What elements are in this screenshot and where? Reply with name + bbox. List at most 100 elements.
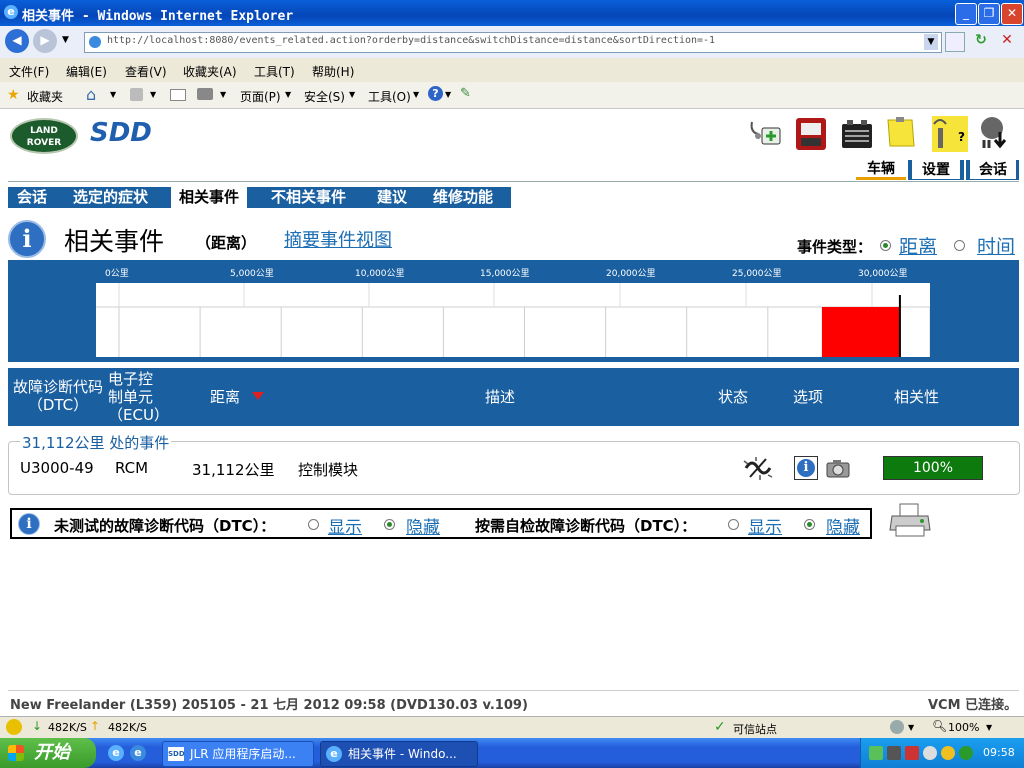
menu-edit[interactable]: 编辑(E) xyxy=(66,63,107,80)
tray-display-icon[interactable] xyxy=(887,746,901,760)
tab-unrelated-events[interactable]: 不相关事件 xyxy=(271,187,346,208)
svg-text:?: ? xyxy=(958,130,965,144)
untested-hide-link[interactable]: 隐藏 xyxy=(406,513,440,538)
back-button[interactable]: ◀ xyxy=(5,29,29,53)
tab-related-events[interactable]: 相关事件 xyxy=(171,187,248,208)
ondemand-show-link[interactable]: 显示 xyxy=(748,513,782,538)
vcm-icon[interactable] xyxy=(794,114,828,152)
page-menu-button[interactable]: 页面(P) xyxy=(240,88,281,105)
tab-session[interactable]: 会话 xyxy=(17,187,47,208)
menu-file[interactable]: 文件(F) xyxy=(9,63,49,80)
dtc-info-icon: i xyxy=(18,513,40,535)
address-dropdown-icon[interactable]: ▼ xyxy=(924,34,938,50)
feeds-icon[interactable] xyxy=(130,88,143,101)
tray-security-icon[interactable] xyxy=(905,746,919,760)
menu-help[interactable]: 帮助(H) xyxy=(312,63,354,80)
untested-hide-radio[interactable] xyxy=(384,519,395,530)
tab-selected-symptoms[interactable]: 选定的症状 xyxy=(73,187,148,208)
menu-tools[interactable]: 工具(T) xyxy=(254,63,295,80)
taskbar-jlr-app[interactable]: SDD JLR 应用程序启动... xyxy=(162,741,314,767)
print-icon[interactable] xyxy=(197,88,213,100)
row-camera-icon[interactable] xyxy=(826,458,850,481)
help-icon[interactable]: ? xyxy=(428,86,443,101)
tab-recommendations[interactable]: 建议 xyxy=(377,187,407,208)
ondemand-show-radio[interactable] xyxy=(728,519,739,530)
network-download-icon[interactable] xyxy=(976,114,1010,152)
mail-icon[interactable] xyxy=(170,89,186,101)
radio-distance[interactable] xyxy=(880,240,891,251)
tab-session-top[interactable]: 会话 xyxy=(966,160,1019,180)
forward-button[interactable]: ▶ xyxy=(33,29,57,53)
row-info-icon[interactable]: i xyxy=(794,456,818,480)
chart-svg xyxy=(96,283,931,357)
option-distance-link[interactable]: 距离 xyxy=(899,232,937,259)
close-window-button[interactable]: ✕ xyxy=(1001,3,1023,25)
radio-time[interactable] xyxy=(954,240,965,251)
printer-icon[interactable] xyxy=(888,502,932,543)
sort-desc-icon[interactable] xyxy=(252,392,264,400)
land-rover-logo: LAND ROVER xyxy=(10,118,78,154)
battery-icon[interactable] xyxy=(840,114,874,152)
menu-favorites[interactable]: 收藏夹(A) xyxy=(183,63,237,80)
row-distance: 31,112公里 xyxy=(192,461,275,479)
command-bar: ★ 收藏夹 ⌂ ▼ ▼ ▼ 页面(P) ▼ 安全(S) ▼ 工具(O) ▼ ? … xyxy=(0,82,1024,109)
safety-dropdown-icon[interactable]: ▼ xyxy=(349,90,355,99)
favorites-button[interactable]: 收藏夹 xyxy=(27,88,63,105)
taskbar-related-label: 相关事件 - Windo... xyxy=(348,747,457,761)
tab-settings-label: 设置 xyxy=(912,160,960,179)
home-dropdown-icon[interactable]: ▼ xyxy=(110,90,116,99)
start-button[interactable]: 开始 xyxy=(0,738,96,768)
print-dropdown-icon[interactable]: ▼ xyxy=(220,90,226,99)
home-icon[interactable]: ⌂ xyxy=(86,85,96,104)
quicklaunch-ie2-icon[interactable]: e xyxy=(130,745,146,761)
row-description: 控制模块 xyxy=(298,461,359,479)
tray-network-icon[interactable] xyxy=(869,746,883,760)
protected-dropdown-icon[interactable]: ▼ xyxy=(908,723,914,732)
untested-show-link[interactable]: 显示 xyxy=(328,513,362,538)
zoom-icon[interactable]: 🔍︎ xyxy=(932,719,947,733)
first-aid-icon[interactable] xyxy=(748,114,782,152)
refresh-icon[interactable]: ↻ xyxy=(972,32,990,50)
tools-menu-button[interactable]: 工具(O) xyxy=(368,88,411,105)
quicklaunch-ie-icon[interactable]: e xyxy=(108,745,124,761)
tools-dropdown-icon[interactable]: ▼ xyxy=(413,90,419,99)
taskbar-related-events[interactable]: e 相关事件 - Windo... xyxy=(320,741,478,767)
minimize-button[interactable]: _ xyxy=(955,3,977,25)
research-icon[interactable]: ✎ xyxy=(460,86,471,101)
untested-show-radio[interactable] xyxy=(308,519,319,530)
ondemand-hide-link[interactable]: 隐藏 xyxy=(826,513,860,538)
tray-addon-icon[interactable] xyxy=(959,746,973,760)
page-icon xyxy=(89,36,101,48)
ondemand-hide-radio[interactable] xyxy=(804,519,815,530)
tab-vehicle-label: 车辆 xyxy=(867,161,895,177)
start-label: 开始 xyxy=(34,742,70,763)
history-dropdown-icon[interactable]: ▼ xyxy=(62,35,69,45)
header-ecu: 电子控 制单元 （ECU） xyxy=(108,370,169,424)
help-dropdown-icon[interactable]: ▼ xyxy=(445,90,451,99)
note-icon[interactable] xyxy=(884,114,918,152)
summary-view-link[interactable]: 摘要事件视图 xyxy=(284,226,392,252)
zoom-dropdown-icon[interactable]: ▼ xyxy=(986,723,992,732)
menu-view[interactable]: 查看(V) xyxy=(125,63,167,80)
tab-settings[interactable]: 设置 xyxy=(908,160,964,180)
event-bar[interactable] xyxy=(821,307,900,357)
page-dropdown-icon[interactable]: ▼ xyxy=(285,90,291,99)
events-table-header: 故障诊断代码 （DTC） 电子控 制单元 （ECU） 距离 描述 状态 选项 相… xyxy=(8,368,1019,426)
stop-icon[interactable]: ✕ xyxy=(998,32,1016,50)
tray-volume-icon[interactable] xyxy=(923,746,937,760)
feeds-dropdown-icon[interactable]: ▼ xyxy=(150,90,156,99)
addon-icon[interactable] xyxy=(6,719,22,735)
tray-update-icon[interactable] xyxy=(941,746,955,760)
compat-view-icon[interactable] xyxy=(945,32,965,52)
browser-status-bar: ↓ 482K/S ↑ 482K/S ✓ 可信站点 ▼ 🔍︎ 100% ▼ xyxy=(0,716,1024,739)
option-time-link[interactable]: 时间 xyxy=(977,232,1015,259)
safety-menu-button[interactable]: 安全(S) xyxy=(304,88,345,105)
wireless-help-icon[interactable]: ? xyxy=(928,114,968,152)
zoom-level[interactable]: 100% xyxy=(948,721,979,734)
protected-mode-icon[interactable] xyxy=(890,720,904,734)
address-input[interactable]: http://localhost:8080/events_related.act… xyxy=(84,32,942,53)
header-distance[interactable]: 距离 xyxy=(210,388,240,406)
tab-vehicle[interactable]: 车辆 xyxy=(856,160,906,180)
restore-button[interactable]: ❐ xyxy=(978,3,1000,25)
tab-service-functions[interactable]: 维修功能 xyxy=(433,187,493,208)
